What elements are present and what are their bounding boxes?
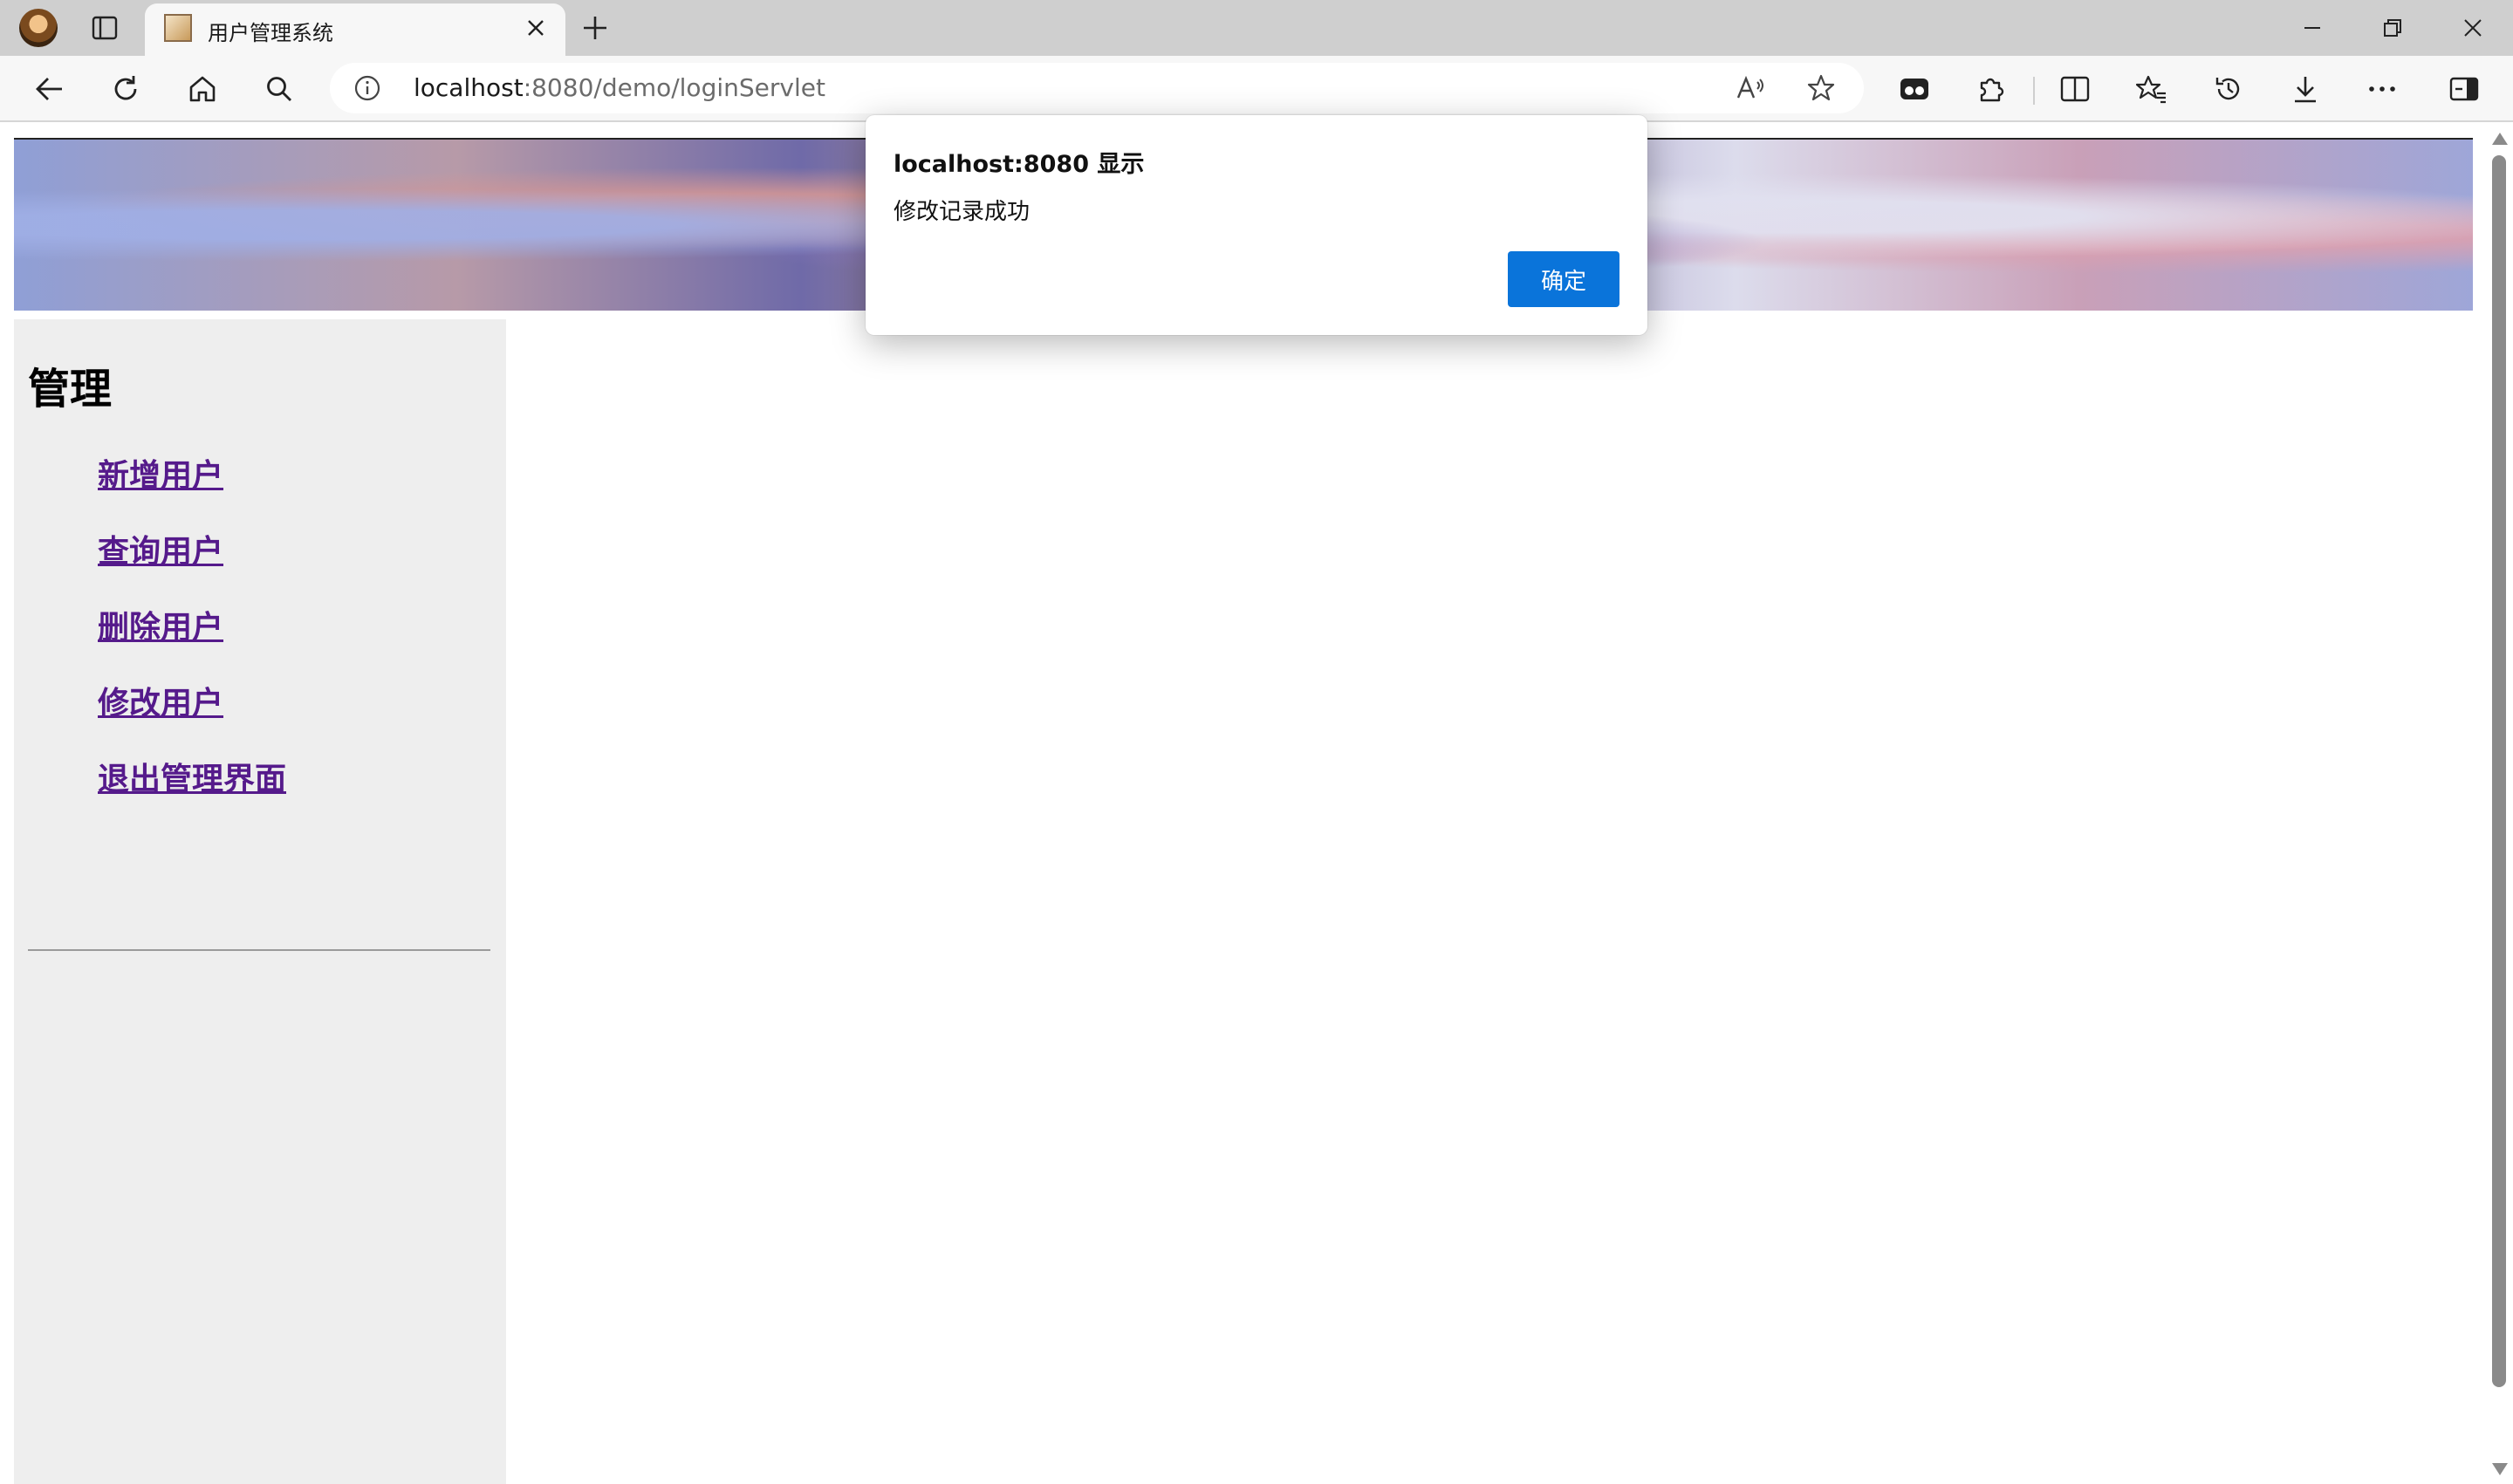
tab-title: 用户管理系统 [208, 21, 333, 45]
restore-icon[interactable] [2361, 7, 2424, 49]
url-path: :8080/demo/loginServlet [523, 73, 825, 102]
tab-actions-icon[interactable] [87, 12, 122, 44]
browser-tab-strip: 用户管理系统 [0, 0, 2513, 56]
browser-toolbar: localhost:8080/demo/loginServlet [0, 56, 2513, 122]
scroll-up-arrow-icon[interactable] [2492, 133, 2508, 145]
download-icon[interactable] [2284, 68, 2326, 110]
ok-button[interactable]: 确定 [1508, 251, 1619, 307]
new-tab-icon[interactable] [578, 10, 613, 45]
minimize-icon[interactable] [2281, 7, 2344, 49]
tab-favicon [164, 14, 192, 42]
logout-link[interactable]: 退出管理界面 [98, 762, 286, 797]
sidebar-title: 管理 [28, 365, 113, 414]
back-icon[interactable] [28, 68, 70, 110]
sidebar-item-logout: 退出管理界面 [98, 754, 286, 830]
sidebar-item-query-user: 查询用户 [98, 526, 286, 602]
extensions-icon[interactable] [1970, 68, 2012, 110]
url-text[interactable]: localhost:8080/demo/loginServlet [414, 73, 825, 102]
history-icon[interactable] [2208, 68, 2249, 110]
admin-sidebar: 管理 新增用户 查询用户 删除用户 修改用户 退出管理界面 [14, 319, 506, 1484]
sidebar-divider [28, 949, 490, 951]
close-icon[interactable] [522, 14, 550, 42]
add-user-link[interactable]: 新增用户 [98, 458, 223, 494]
edit-user-link[interactable]: 修改用户 [98, 686, 223, 721]
collections-icon[interactable] [1893, 68, 1935, 110]
alert-dialog: localhost:8080 显示 修改记录成功 确定 [866, 115, 1647, 335]
more-icon[interactable] [2361, 68, 2403, 110]
delete-user-link[interactable]: 删除用户 [98, 610, 223, 646]
sidebar-item-add-user: 新增用户 [98, 450, 286, 526]
window-close-icon[interactable] [2441, 7, 2504, 49]
sidebar-menu: 新增用户 查询用户 删除用户 修改用户 退出管理界面 [98, 450, 286, 830]
toolbar-separator [2033, 77, 2035, 105]
info-icon[interactable] [353, 73, 382, 103]
search-icon[interactable] [258, 68, 300, 110]
favorites-icon[interactable] [2131, 68, 2173, 110]
favorite-star-icon[interactable] [1804, 72, 1838, 105]
split-screen-icon[interactable] [2054, 68, 2096, 110]
refresh-icon[interactable] [105, 68, 147, 110]
scrollbar-thumb[interactable] [2492, 155, 2506, 1387]
dialog-message: 修改记录成功 [894, 199, 1031, 225]
query-user-link[interactable]: 查询用户 [98, 534, 223, 570]
home-icon[interactable] [181, 68, 223, 110]
profile-avatar[interactable] [19, 9, 58, 47]
sidebar-icon[interactable] [2443, 68, 2485, 110]
sidebar-item-edit-user: 修改用户 [98, 678, 286, 754]
address-bar[interactable]: localhost:8080/demo/loginServlet [330, 63, 1864, 113]
sidebar-item-delete-user: 删除用户 [98, 602, 286, 678]
read-aloud-icon[interactable] [1735, 72, 1768, 105]
page-scrollbar[interactable] [2485, 122, 2513, 1484]
dialog-title: localhost:8080 显示 [894, 151, 1145, 178]
browser-tab-active[interactable]: 用户管理系统 [145, 3, 565, 56]
scroll-down-arrow-icon[interactable] [2492, 1463, 2508, 1475]
url-host: localhost [414, 73, 524, 102]
